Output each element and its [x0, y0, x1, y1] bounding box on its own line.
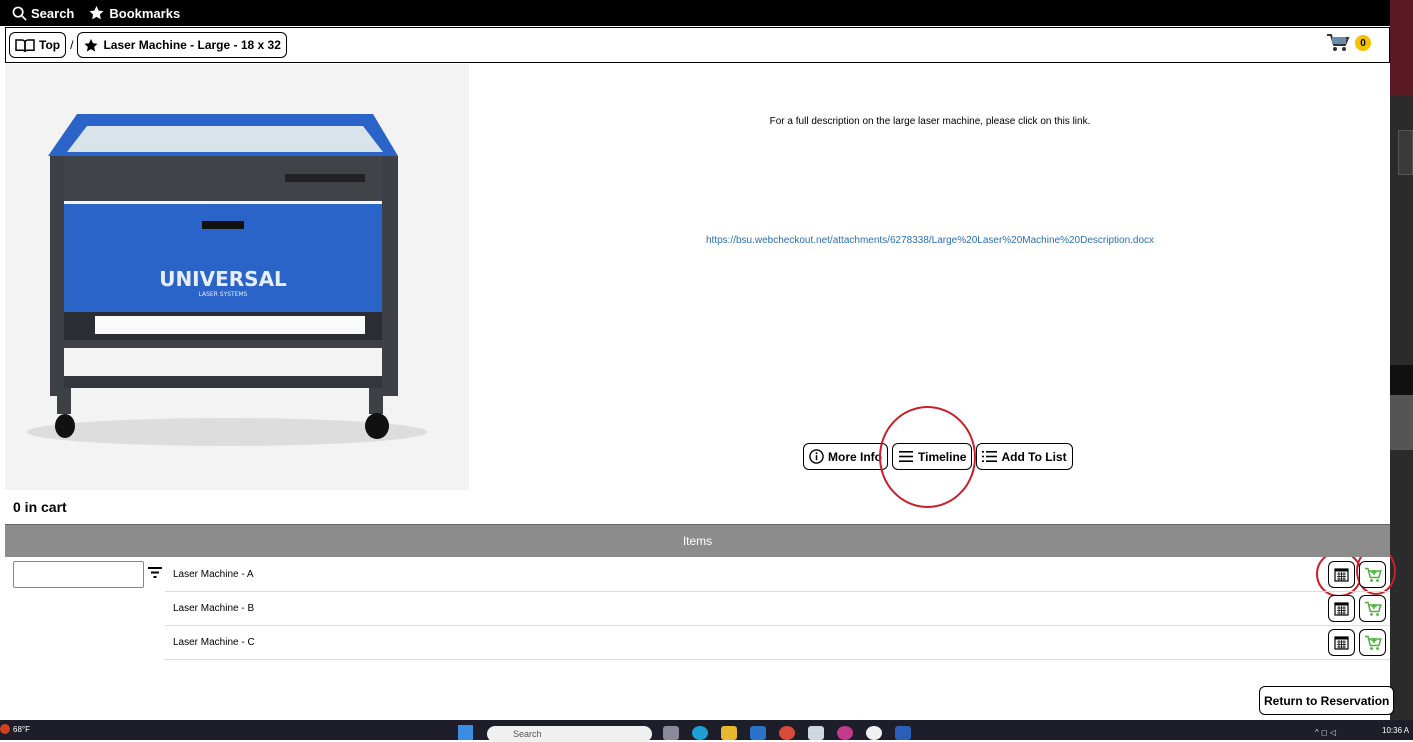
annotation-circle-timeline	[879, 406, 976, 508]
page: Search Bookmarks Top / Laser Machine - L…	[0, 0, 1413, 742]
cart-count-label: 0 in cart	[13, 499, 67, 515]
outlook-icon[interactable]	[750, 726, 766, 740]
table-row: Laser Machine - A	[165, 558, 1390, 592]
item-name[interactable]: Laser Machine - A	[173, 569, 254, 580]
adjacent-window-edge	[1390, 0, 1413, 720]
item-name[interactable]: Laser Machine - C	[173, 637, 255, 648]
calendar-button[interactable]	[1328, 561, 1355, 588]
info-icon	[809, 449, 824, 464]
bookmarks-label: Bookmarks	[109, 5, 181, 21]
windows-start-icon[interactable]	[458, 725, 473, 740]
list-icon	[982, 451, 998, 462]
breadcrumb: Top / Laser Machine - Large - 18 x 32 0	[5, 27, 1390, 63]
cart-button[interactable]: 0	[1326, 33, 1371, 53]
task-view-icon[interactable]	[663, 726, 679, 740]
breadcrumb-top[interactable]: Top	[9, 32, 67, 58]
table-row: Laser Machine - B	[165, 592, 1390, 626]
return-to-reservation-button[interactable]: Return to Reservation	[1259, 686, 1395, 715]
weather-icon	[0, 724, 10, 734]
top-nav-bar: Search Bookmarks	[0, 0, 1390, 26]
breadcrumb-current-label: Laser Machine - Large - 18 x 32	[103, 38, 281, 52]
weather-temp: 68°F	[13, 724, 30, 734]
app-icon[interactable]	[837, 726, 853, 740]
filter-icon[interactable]	[148, 566, 162, 579]
bookmarks-link[interactable]: Bookmarks	[88, 5, 180, 21]
star-icon	[89, 6, 104, 20]
add-to-list-button[interactable]: Add To List	[976, 443, 1073, 470]
calendar-icon	[1334, 568, 1349, 582]
table-row: Laser Machine - C	[165, 626, 1390, 660]
items-header: Items	[5, 524, 1390, 557]
calendar-button[interactable]	[1328, 629, 1355, 656]
os-taskbar: 68°F Search ^ ◻ ◁ 10:36 A	[0, 720, 1413, 742]
cart-plus-icon	[1364, 601, 1382, 616]
product-description: For a full description on the large lase…	[769, 116, 1091, 127]
search-icon	[12, 6, 27, 21]
cart-icon	[1327, 34, 1350, 51]
search-label: Search	[31, 5, 75, 21]
taskbar-apps	[663, 726, 911, 740]
book-icon	[15, 38, 35, 52]
breadcrumb-top-label: Top	[39, 38, 61, 52]
search-link[interactable]: Search	[12, 6, 74, 21]
brand-subtext: LASER SYSTEMS	[199, 291, 248, 298]
description-link[interactable]: https://bsu.webcheckout.net/attachments/…	[470, 235, 1390, 246]
system-tray-icon[interactable]: ^ ◻ ◁	[1315, 728, 1336, 737]
breadcrumb-separator: /	[70, 38, 74, 52]
folder-icon[interactable]	[721, 726, 737, 740]
add-to-cart-button[interactable]	[1359, 629, 1386, 656]
calendar-icon	[1334, 602, 1349, 616]
word-icon[interactable]	[895, 726, 911, 740]
clock[interactable]: 10:36 A	[1382, 726, 1409, 735]
chrome-icon[interactable]	[779, 726, 795, 740]
media-icon[interactable]	[866, 726, 882, 740]
more-info-label: More Info	[828, 449, 882, 464]
cart-plus-icon	[1364, 635, 1382, 650]
cart-count-badge: 0	[1355, 35, 1371, 51]
calendar-icon	[1334, 636, 1349, 650]
add-to-cart-button[interactable]	[1359, 595, 1386, 622]
item-name[interactable]: Laser Machine - B	[173, 603, 254, 614]
star-icon	[84, 38, 99, 51]
cart-plus-icon	[1364, 567, 1382, 582]
add-to-list-label: Add To List	[1001, 449, 1067, 464]
notepad-icon[interactable]	[808, 726, 824, 740]
item-filter-input[interactable]	[13, 561, 144, 588]
breadcrumb-current[interactable]: Laser Machine - Large - 18 x 32	[77, 32, 287, 58]
edge-icon[interactable]	[692, 726, 708, 740]
brand-text: UNIVERSAL	[159, 267, 287, 291]
add-to-cart-button[interactable]	[1359, 561, 1386, 588]
weather-widget[interactable]: 68°F	[0, 724, 30, 734]
product-image: UNIVERSAL LASER SYSTEMS	[5, 64, 469, 490]
calendar-button[interactable]	[1328, 595, 1355, 622]
more-info-button[interactable]: More Info	[803, 443, 888, 470]
